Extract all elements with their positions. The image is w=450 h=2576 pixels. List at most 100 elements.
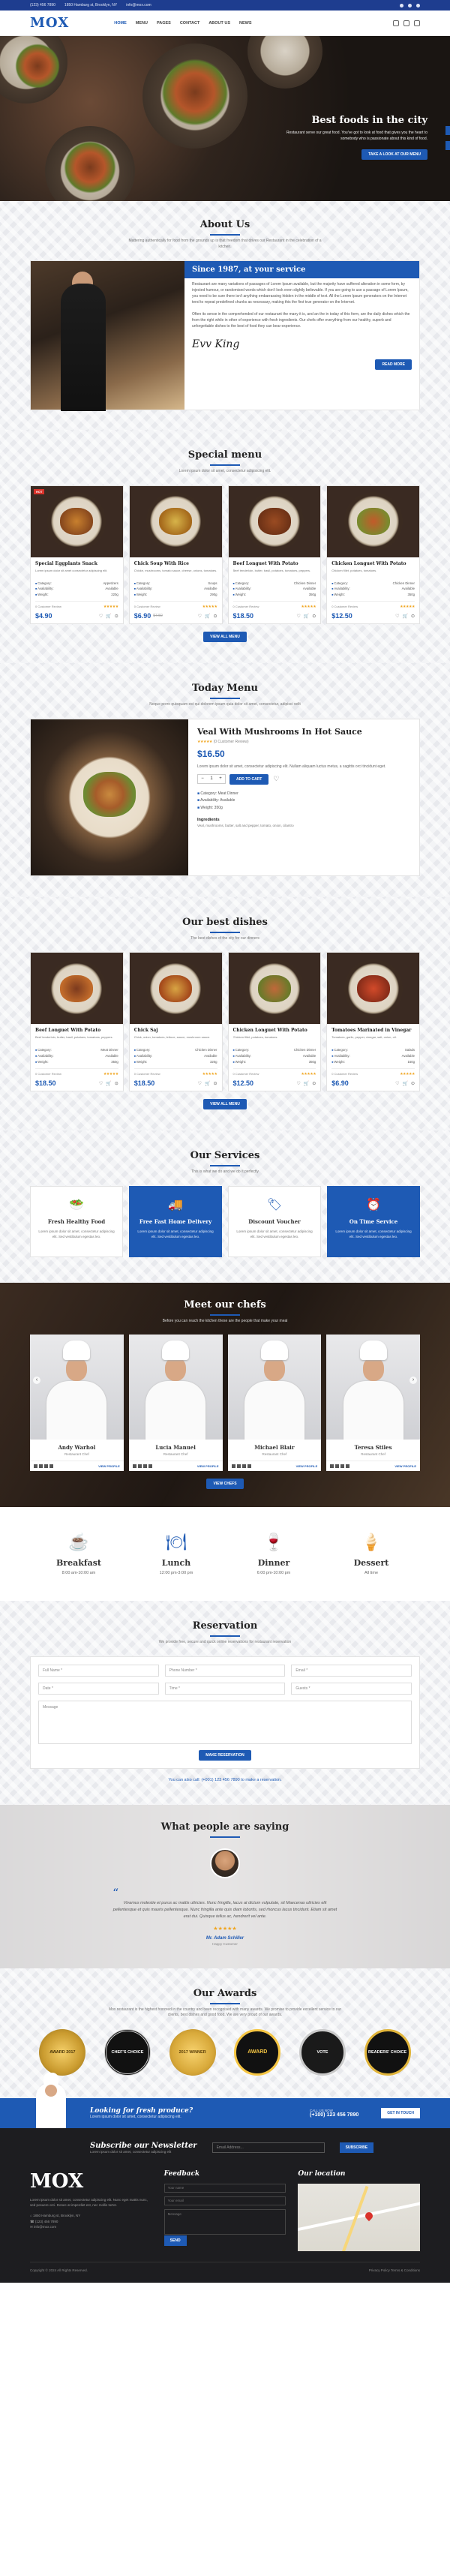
twitter-icon[interactable]	[236, 1464, 241, 1469]
slider-prev-button[interactable]	[446, 126, 450, 135]
footer-logo[interactable]: MOX	[30, 2170, 152, 2193]
search-icon[interactable]	[414, 20, 420, 26]
facebook-icon[interactable]	[330, 1464, 334, 1469]
dish-title[interactable]: Chick Soup With Rice	[134, 561, 218, 566]
heart-icon[interactable]: ♡	[198, 1081, 202, 1086]
logo[interactable]: MOX	[30, 15, 69, 31]
dish-title[interactable]: Chick Saj	[134, 1028, 218, 1033]
heart-icon[interactable]: ♡	[273, 775, 279, 783]
cart-icon[interactable]: 🛒	[304, 1081, 309, 1086]
heart-icon[interactable]: ♡	[296, 614, 300, 619]
instagram-icon[interactable]	[142, 1464, 147, 1469]
linkedin-icon[interactable]	[50, 1464, 53, 1469]
view-icon[interactable]: ⊙	[115, 1081, 118, 1086]
view-icon[interactable]: ⊙	[115, 614, 118, 619]
chef-card[interactable]: Teresa Stiles Restaurant Chef VIEW PROFILE	[326, 1335, 420, 1472]
time-field[interactable]: Time *	[164, 1682, 286, 1695]
qty-minus-button[interactable]: −	[198, 775, 207, 783]
feedback-name-input[interactable]: Your name	[164, 2183, 286, 2193]
view-icon[interactable]: ⊙	[312, 614, 316, 619]
phone-field[interactable]: Phone Number *	[164, 1664, 286, 1677]
view-icon[interactable]: ⊙	[213, 1081, 217, 1086]
email-text[interactable]: info@mox.com	[126, 3, 151, 8]
nav-contact[interactable]: CONTACT	[180, 21, 200, 26]
twitter-icon[interactable]	[137, 1464, 142, 1469]
heart-icon[interactable]: ♡	[296, 1081, 300, 1086]
dish-image[interactable]: HOT	[31, 485, 123, 557]
nav-about[interactable]: ABOUT US	[208, 21, 230, 26]
menu-card[interactable]: Chicken Longuet With Potato Chicken fille…	[227, 952, 322, 1092]
facebook-icon[interactable]	[132, 1464, 136, 1469]
heart-icon[interactable]: ♡	[99, 614, 103, 619]
date-field[interactable]: Date *	[38, 1682, 159, 1695]
chef-card[interactable]: Michael Blair Restaurant Chef VIEW PROFILE	[227, 1335, 322, 1472]
menu-card[interactable]: Chick Saj Chick, onion, tomatoes, lettuce…	[128, 952, 223, 1092]
chefs-next-arrow[interactable]: ›	[410, 1376, 417, 1384]
today-dish-title[interactable]: Veal With Mushrooms In Hot Sauce	[197, 727, 410, 737]
dish-image[interactable]	[327, 485, 419, 557]
menu-card[interactable]: Tomatoes Marinated in Vinegar Tomatoes, g…	[326, 952, 420, 1092]
twitter-icon[interactable]	[335, 1464, 340, 1469]
menu-card[interactable]: Beef Longuet With Potato Beef tenderloin,…	[227, 485, 322, 625]
linkedin-icon[interactable]	[148, 1464, 152, 1469]
guests-field[interactable]: Guests *	[291, 1682, 412, 1695]
add-to-cart-button[interactable]: ADD TO CART	[230, 773, 269, 785]
linkedin-icon[interactable]	[247, 1464, 251, 1469]
dish-title[interactable]: Special Eggplants Snack	[35, 561, 118, 566]
dish-image[interactable]	[129, 953, 222, 1025]
subscribe-button[interactable]: SUBSCRIBE	[339, 2142, 374, 2153]
view-icon[interactable]: ⊙	[411, 1081, 415, 1086]
view-all-menu-button[interactable]: VIEW ALL MENU	[203, 1099, 247, 1110]
view-icon[interactable]: ⊙	[312, 1081, 316, 1086]
feedback-message-input[interactable]: Message	[164, 2208, 286, 2235]
heart-icon[interactable]: ♡	[395, 614, 399, 619]
view-profile-link[interactable]: VIEW PROFILE	[296, 1464, 318, 1468]
dish-image[interactable]	[31, 953, 123, 1025]
instagram-icon[interactable]	[340, 1464, 345, 1469]
quantity-stepper[interactable]: − 1 +	[197, 774, 226, 785]
dish-title[interactable]: Chicken Longuet With Potato	[233, 1028, 316, 1033]
location-map[interactable]	[298, 2183, 421, 2251]
cart-icon[interactable]: 🛒	[205, 1081, 210, 1086]
linkedin-icon[interactable]	[346, 1464, 350, 1469]
menu-card[interactable]: Chicken Longuet With Potato Chicken fille…	[326, 485, 420, 625]
chef-card[interactable]: Lucia Manuel Restaurant Chef VIEW PROFILE	[128, 1335, 223, 1472]
dish-image[interactable]	[228, 485, 321, 557]
get-in-touch-button[interactable]: GET IN TOUCH	[381, 2107, 420, 2118]
view-profile-link[interactable]: VIEW PROFILE	[197, 1464, 219, 1468]
user-icon[interactable]	[393, 20, 399, 26]
nav-pages[interactable]: PAGES	[157, 21, 171, 26]
dish-title[interactable]: Chicken Longuet With Potato	[332, 561, 415, 566]
heart-icon[interactable]: ♡	[198, 614, 202, 619]
cart-icon[interactable]	[404, 20, 410, 26]
cart-icon[interactable]: 🛒	[304, 614, 309, 619]
cart-icon[interactable]: 🛒	[205, 614, 210, 619]
facebook-icon[interactable]	[34, 1464, 38, 1469]
menu-card[interactable]: Beef Longuet With Potato Beef tenderloin,…	[30, 952, 124, 1092]
facebook-icon[interactable]	[231, 1464, 236, 1469]
cart-icon[interactable]: 🛒	[402, 614, 407, 619]
view-profile-link[interactable]: VIEW PROFILE	[98, 1464, 120, 1468]
hero-menu-button[interactable]: TAKE A LOOK AT OUR MENU	[362, 149, 428, 160]
full-name-field[interactable]: Full Name *	[38, 1664, 159, 1677]
dish-title[interactable]: Tomatoes Marinated in Vinegar	[332, 1028, 415, 1033]
twitter-icon[interactable]	[408, 3, 412, 8]
qty-plus-button[interactable]: +	[216, 775, 225, 783]
feedback-send-button[interactable]: SEND	[164, 2235, 187, 2246]
dish-title[interactable]: Beef Longuet With Potato	[35, 1028, 118, 1033]
chef-card[interactable]: Andy Warhol Restaurant Chef VIEW PROFILE	[30, 1335, 124, 1472]
instagram-icon[interactable]	[416, 3, 420, 8]
nav-news[interactable]: NEWS	[239, 21, 252, 26]
instagram-icon[interactable]	[44, 1464, 48, 1469]
twitter-icon[interactable]	[39, 1464, 43, 1469]
view-profile-link[interactable]: VIEW PROFILE	[394, 1464, 416, 1468]
instagram-icon[interactable]	[242, 1464, 246, 1469]
menu-card[interactable]: Chick Soup With Rice Chicke, mushrooms, t…	[128, 485, 223, 625]
nav-menu[interactable]: MENU	[136, 21, 148, 26]
cart-icon[interactable]: 🛒	[106, 614, 111, 619]
view-icon[interactable]: ⊙	[411, 614, 415, 619]
call-number[interactable]: (+100) 123 456 7890	[310, 2112, 358, 2118]
make-reservation-button[interactable]: MAKE RESERVATION	[199, 1749, 251, 1761]
dish-image[interactable]	[129, 485, 222, 557]
newsletter-email-input[interactable]: Email Address...	[212, 2142, 325, 2153]
